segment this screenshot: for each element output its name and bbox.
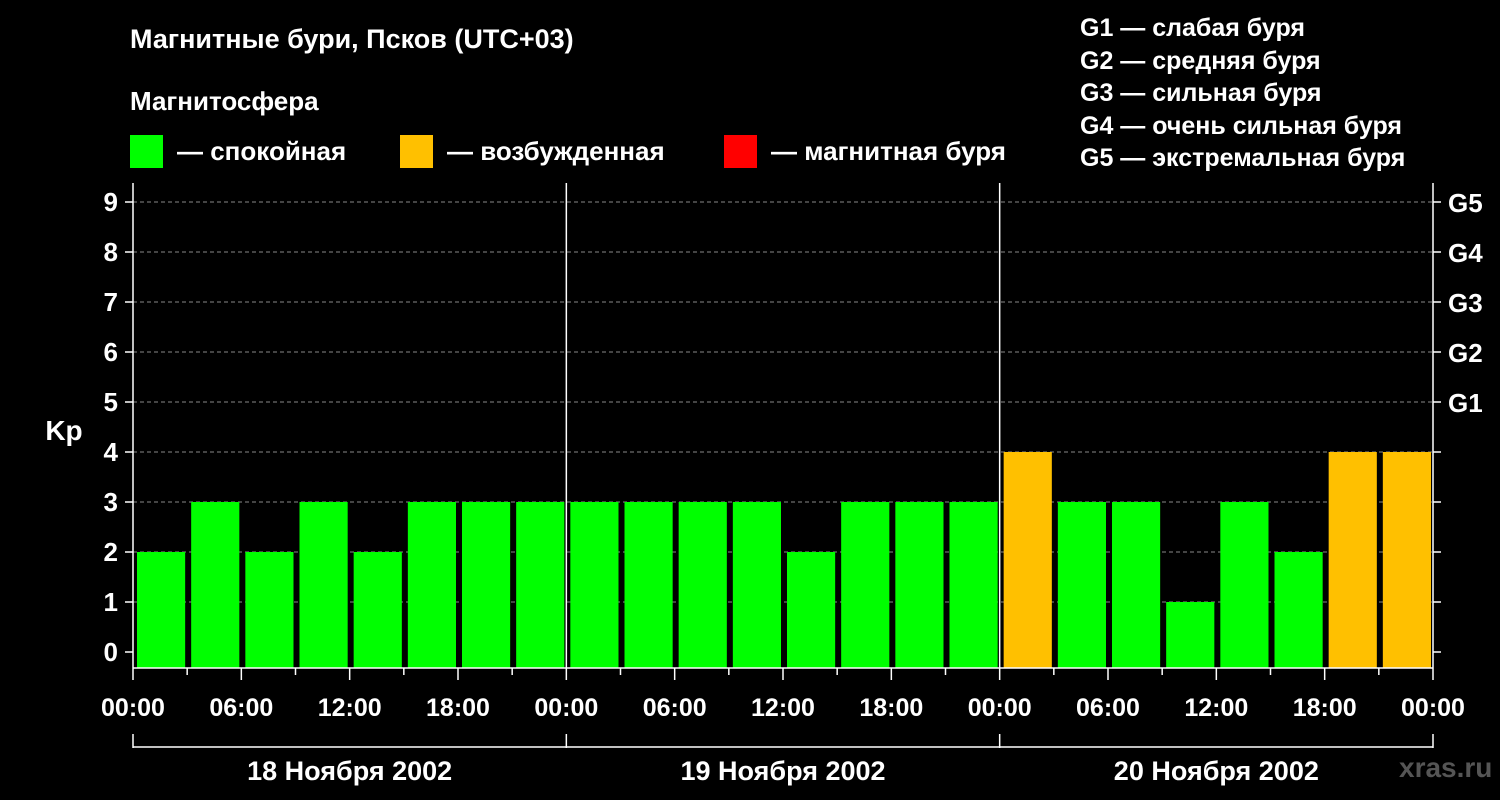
y-tick-label: 3 [104, 487, 118, 517]
day-label: 18 Ноября 2002 [247, 756, 452, 786]
x-tick-label: 06:00 [1076, 694, 1140, 722]
kp-bar [1003, 452, 1052, 668]
y-tick-label: 5 [104, 387, 118, 417]
kp-bar [353, 552, 402, 668]
kp-bar [1220, 502, 1269, 668]
kp-chart: 0 1 2 3 4 5 6 7 8 9 G1 G2 G3 G4 G5 Kp 00:00 06:00 12:00 18:… [45, 183, 1483, 786]
x-tick-label: 00:00 [968, 694, 1032, 722]
y-tick-label: 8 [104, 237, 118, 267]
x-tick-label: 00:00 [534, 694, 598, 722]
kp-bar [841, 502, 890, 668]
kp-bar [787, 552, 836, 668]
kp-bar [462, 502, 511, 668]
g-scale-label: G4 [1448, 238, 1483, 268]
kp-bar [895, 502, 944, 668]
kp-bar [678, 502, 727, 668]
kp-bar [245, 552, 294, 668]
kp-bar [570, 502, 619, 668]
kp-bar [1057, 502, 1106, 668]
g-scale-label: G3 [1448, 288, 1483, 318]
x-tick-label: 12:00 [751, 694, 815, 722]
watermark: xras.ru [1399, 752, 1493, 783]
g-scale-label: G1 [1448, 388, 1483, 418]
x-tick-label: 18:00 [426, 694, 490, 722]
kp-bar [732, 502, 781, 668]
kp-bar [407, 502, 456, 668]
x-tick-label: 06:00 [209, 694, 273, 722]
x-tick-label: 06:00 [643, 694, 707, 722]
day-label: 19 Ноября 2002 [680, 756, 885, 786]
kp-bar [1166, 602, 1215, 668]
g-scale-label: G5 [1448, 188, 1483, 218]
kp-bar [1274, 552, 1323, 668]
y-axis-label: Kp [45, 415, 82, 446]
x-tick-label: 00:00 [101, 694, 165, 722]
kp-bar [191, 502, 240, 668]
x-tick-label: 12:00 [1184, 694, 1248, 722]
kp-bar [516, 502, 565, 668]
y-tick-label: 9 [104, 187, 118, 217]
kp-bar [624, 502, 673, 668]
y-tick-label: 2 [104, 537, 118, 567]
x-tick-label: 18:00 [859, 694, 923, 722]
x-tick-label: 12:00 [318, 694, 382, 722]
kp-bar [137, 552, 186, 668]
y-tick-label: 6 [104, 337, 118, 367]
x-tick-label: 00:00 [1401, 694, 1465, 722]
y-tick-label: 4 [104, 437, 119, 467]
kp-bar [1382, 452, 1431, 668]
kp-bar [949, 502, 998, 668]
kp-bar [1328, 452, 1377, 668]
y-tick-label: 1 [104, 587, 118, 617]
kp-bar [1112, 502, 1161, 668]
y-tick-label: 0 [104, 637, 118, 667]
x-tick-label: 18:00 [1293, 694, 1357, 722]
day-label: 20 Ноября 2002 [1114, 756, 1319, 786]
y-tick-label: 7 [104, 287, 118, 317]
g-scale-label: G2 [1448, 338, 1483, 368]
kp-bar [299, 502, 348, 668]
